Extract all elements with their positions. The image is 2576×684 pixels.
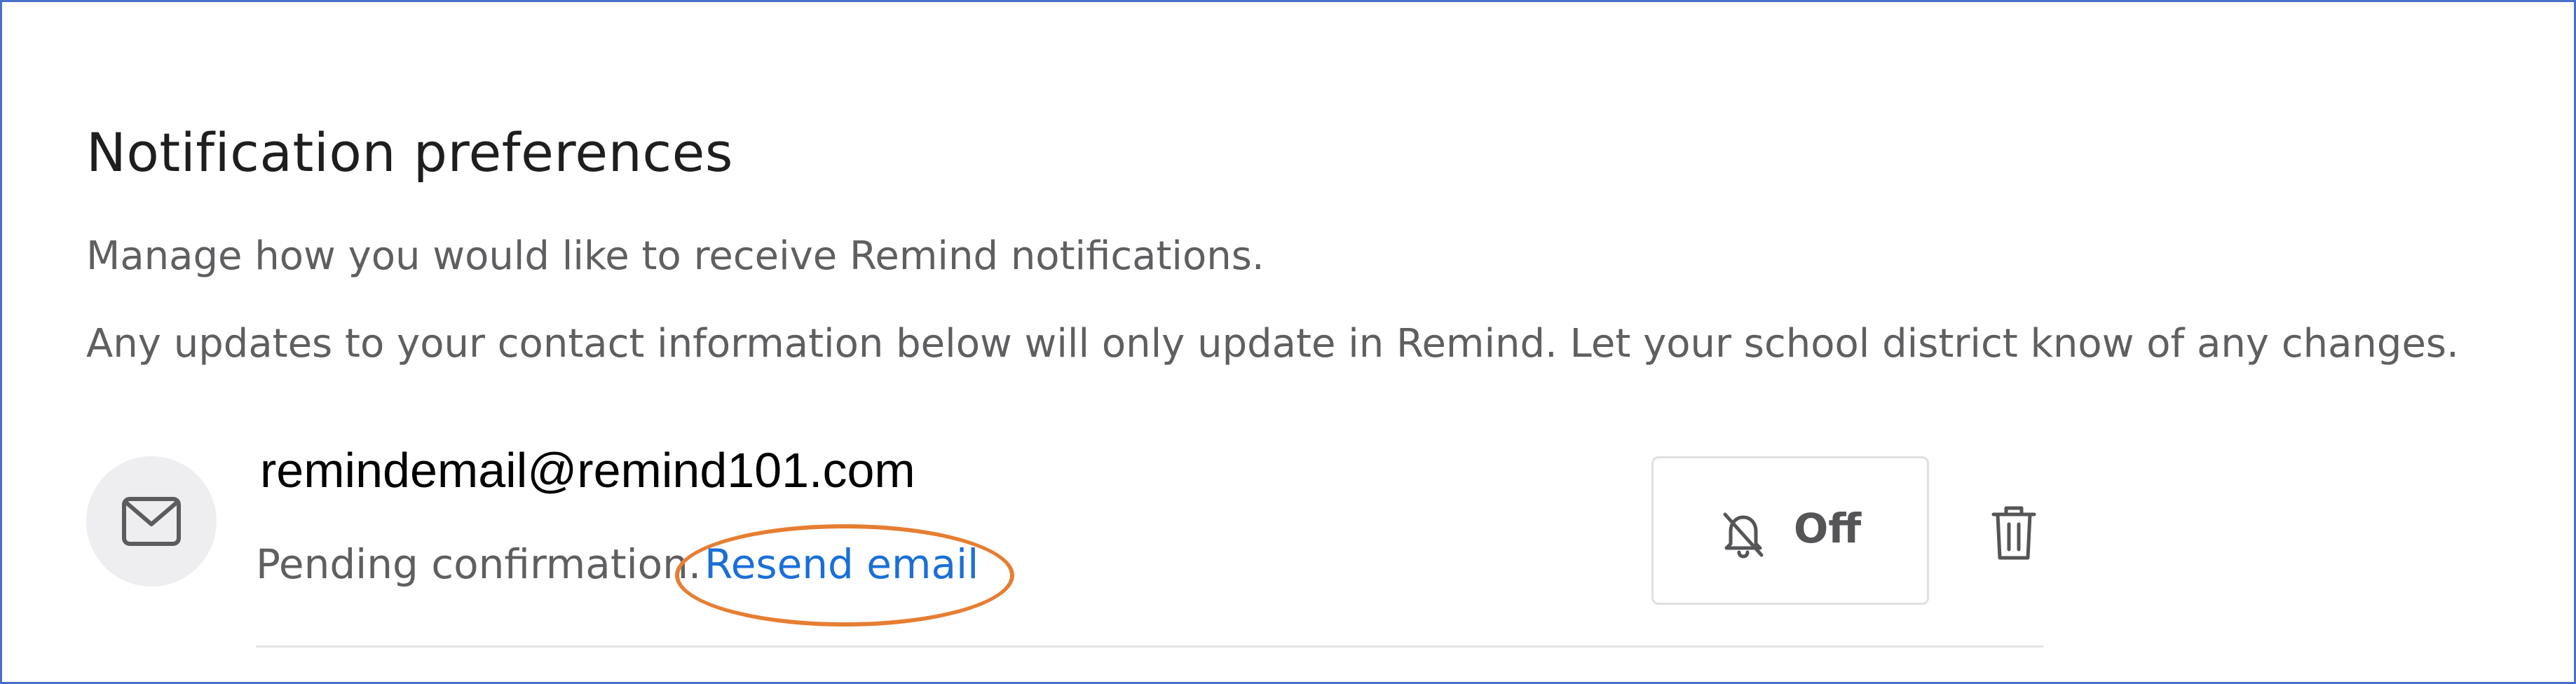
row-divider	[256, 645, 2043, 648]
delete-contact-button[interactable]	[1989, 503, 2038, 562]
resend-email-link[interactable]: Resend email	[704, 540, 979, 588]
contact-update-notice: Any updates to your contact information …	[86, 321, 2459, 367]
contact-email: remindemail@remind101.com	[260, 443, 915, 498]
notification-toggle-button[interactable]: Off	[1651, 456, 1929, 605]
notification-status-label: Off	[1794, 505, 1862, 552]
contact-avatar	[86, 456, 217, 587]
confirmation-status: Pending confirmation.	[256, 540, 702, 588]
description-text: Manage how you would like to receive Rem…	[86, 233, 1265, 279]
mail-icon	[122, 497, 181, 546]
bell-off-icon	[1723, 512, 1764, 559]
trash-icon	[1991, 506, 2036, 560]
page-title: Notification preferences	[86, 121, 733, 184]
notification-preferences-panel: Notification preferences Manage how you …	[0, 0, 2576, 684]
